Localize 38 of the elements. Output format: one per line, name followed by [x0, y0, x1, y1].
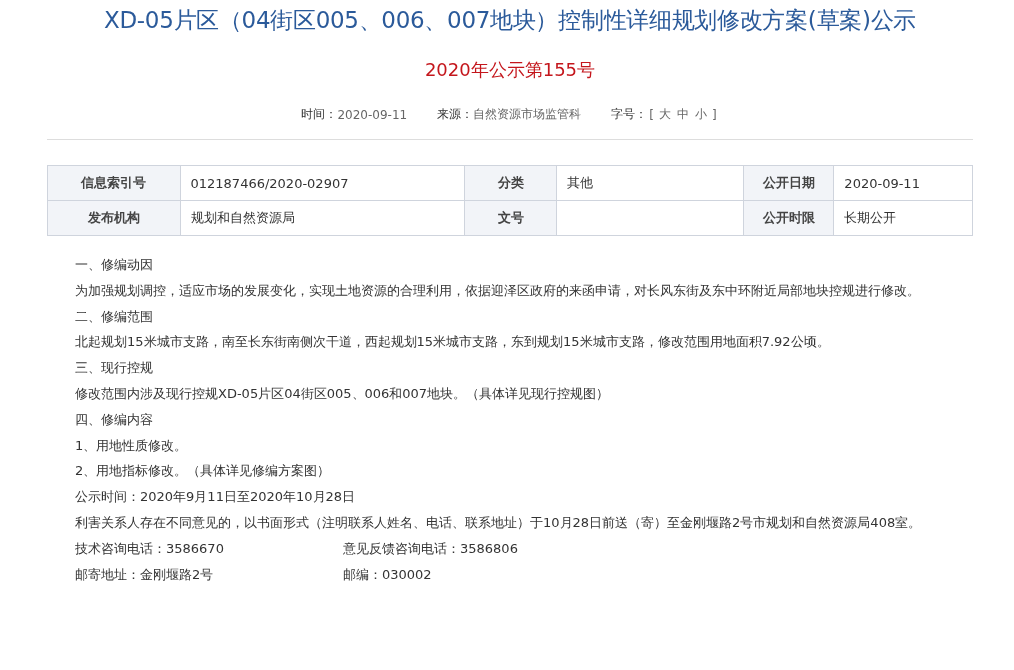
meta-label: 字号：: [611, 106, 648, 123]
publish-date: 2020-09-11: [337, 107, 408, 122]
table-header-cell: 分类: [464, 165, 557, 201]
contact-text: 意见反馈咨询电话：3586806: [343, 539, 518, 558]
body-text: 修改范围内涉及现行控规XD-05片区04街区005、006和007地块。（具体详见现行控规图）: [74, 385, 611, 403]
table-header-cell: 公开日期: [743, 165, 834, 201]
table-cell: 长期公开: [833, 200, 973, 236]
table-header-cell: 信息索引号: [47, 165, 180, 201]
table-cell: 其他: [556, 165, 744, 201]
table-header-cell: 公开时限: [743, 200, 834, 236]
body-text: 1、用地性质修改。: [74, 436, 189, 455]
body-text: 四、修编内容: [74, 410, 154, 429]
contact-text: 邮寄地址：金刚堰路2号: [75, 565, 215, 584]
table-cell: 012187466/2020-02907: [180, 165, 465, 201]
table-header-cell: 发布机构: [47, 200, 180, 236]
table-cell: 2020-09-11: [833, 165, 973, 201]
table-header-cell: 文号: [464, 200, 557, 236]
body-text: 三、现行控规: [74, 359, 154, 378]
bracket: ]: [711, 107, 717, 122]
body-text: 利害关系人存在不同意见的，以书面形式（注明联系人姓名、电话、联系地址）于10月28日前送（寄）至金刚堰路2号市规划和自然资源局408室。: [74, 513, 923, 532]
page-title: XD-05片区（04街区005、006、007地块）控制性详细规划修改方案(草案)公示: [102, 6, 917, 35]
bracket: [: [649, 107, 654, 122]
meta-label: 时间：: [301, 106, 338, 123]
contact-text: 技术咨询电话：3586670: [75, 539, 225, 558]
body-text: 为加强规划调控，适应市场的发展变化，实现土地资源的合理利用，依据迎泽区政府的来函申请，对长风东街及东中环附近局部地块控规进行修改。: [74, 281, 921, 300]
body-text: 公示时间：2020年9月11日至2020年10月28日: [74, 488, 357, 507]
meta-label: 来源：: [437, 106, 474, 123]
body-text: 北起规划15米城市支路，南至长东街南侧次干道，西起规划15米城市支路，东到规划15米城市支路，修改范围用地面积7.92公顷。: [74, 333, 831, 352]
font-size-link[interactable]: 大: [658, 106, 671, 123]
source-text: 自然资源市场监管科: [473, 106, 582, 123]
notice-number: 2020年公示第155号: [423, 58, 597, 82]
font-size-link[interactable]: 中: [676, 106, 689, 123]
font-size-link[interactable]: 小: [694, 106, 707, 123]
table-cell: 规划和自然资源局: [180, 200, 465, 236]
body-text: 2、用地指标修改。（具体详见修编方案图）: [74, 462, 332, 481]
body-text: 一、修编动因: [74, 256, 154, 274]
body-text: 二、修编范围: [74, 307, 154, 326]
contact-text: 邮编：030002: [343, 565, 432, 584]
